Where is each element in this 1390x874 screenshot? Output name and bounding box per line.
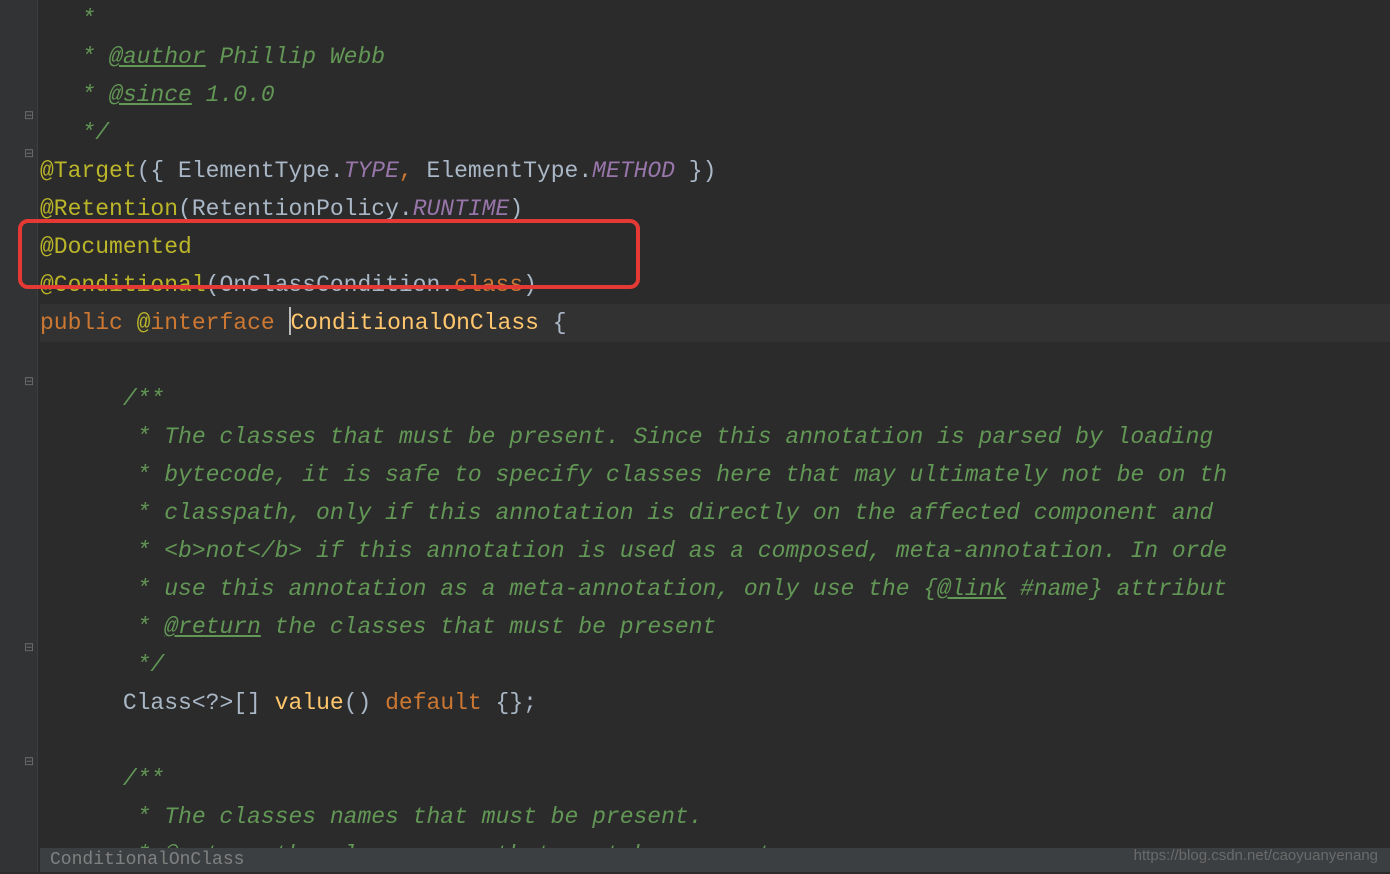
- code-line[interactable]: * The classes names that must be present…: [40, 798, 1390, 836]
- class-ref: ElementType: [427, 158, 579, 184]
- brace: {};: [482, 690, 537, 716]
- comment-text: the classes that must be present: [261, 614, 716, 640]
- comment-text: *: [40, 6, 95, 32]
- class-ref: RetentionPolicy: [192, 196, 399, 222]
- space: [275, 310, 289, 336]
- code-line[interactable]: */: [40, 114, 1390, 152]
- comment-text: #name} attribut: [1006, 576, 1227, 602]
- code-editor[interactable]: ⊟ ⊟ ⊟ ⊟ ⊟ * * @author Phillip Webb * @si…: [0, 0, 1390, 872]
- comment-text: *: [40, 538, 164, 564]
- generic: <?>[]: [192, 690, 275, 716]
- code-line[interactable]: * @return the classes that must be prese…: [40, 608, 1390, 646]
- html-tag: </b>: [247, 538, 302, 564]
- annotation: @Conditional: [40, 272, 206, 298]
- comment-text: * use this annotation as a meta-annotati…: [40, 576, 923, 602]
- annotation: @Target: [40, 158, 137, 184]
- javadoc-return-tag: @return: [164, 614, 261, 640]
- code-line[interactable]: [40, 342, 1390, 380]
- keyword: public: [40, 310, 123, 336]
- fold-marker-icon[interactable]: ⊟: [22, 108, 36, 122]
- paren: }): [675, 158, 716, 184]
- class-ref: OnClassCondition: [219, 272, 440, 298]
- code-line[interactable]: @Target({ ElementType.TYPE, ElementType.…: [40, 152, 1390, 190]
- fold-marker-icon[interactable]: ⊟: [22, 146, 36, 160]
- paren: ): [509, 196, 523, 222]
- comment-text: /**: [40, 386, 164, 412]
- comment-text: * bytecode, it is safe to specify classe…: [40, 462, 1227, 488]
- code-line[interactable]: @Documented: [40, 228, 1390, 266]
- code-line[interactable]: @Conditional(OnClassCondition.class): [40, 266, 1390, 304]
- paren: ({: [137, 158, 178, 184]
- code-line[interactable]: * use this annotation as a meta-annotati…: [40, 570, 1390, 608]
- interface-name: ConditionalOnClass: [291, 310, 539, 336]
- paren: (: [206, 272, 220, 298]
- comment-text: */: [40, 120, 109, 146]
- method-name: value: [275, 690, 344, 716]
- dot: .: [440, 272, 454, 298]
- brace: {: [923, 576, 937, 602]
- code-line[interactable]: /**: [40, 760, 1390, 798]
- annotation: @Retention: [40, 196, 178, 222]
- space: [123, 310, 137, 336]
- code-line[interactable]: * @author Phillip Webb: [40, 38, 1390, 76]
- comment-text: not: [206, 538, 247, 564]
- class-ref: ElementType: [178, 158, 330, 184]
- comment-text: /**: [40, 766, 164, 792]
- enum-const: RUNTIME: [413, 196, 510, 222]
- keyword: interface: [150, 310, 274, 336]
- comment-text: * classpath, only if this annotation is …: [40, 500, 1213, 526]
- indent: [40, 690, 123, 716]
- comment-text: * The classes names that must be present…: [40, 804, 703, 830]
- enum-const: TYPE: [344, 158, 399, 184]
- code-line[interactable]: * <b>not</b> if this annotation is used …: [40, 532, 1390, 570]
- code-line[interactable]: */: [40, 646, 1390, 684]
- paren: (: [178, 196, 192, 222]
- editor-gutter: ⊟ ⊟ ⊟ ⊟ ⊟: [0, 0, 38, 872]
- comment-text: */: [40, 652, 164, 678]
- paren: (): [344, 690, 385, 716]
- brace: {: [539, 310, 567, 336]
- code-line[interactable]: * classpath, only if this annotation is …: [40, 494, 1390, 532]
- code-line[interactable]: @Retention(RetentionPolicy.RUNTIME): [40, 190, 1390, 228]
- comment-text: 1.0.0: [192, 82, 275, 108]
- watermark-text: https://blog.csdn.net/caoyuanyenang: [1134, 847, 1378, 864]
- comment-text: if this annotation is used as a composed…: [302, 538, 1227, 564]
- dot: .: [330, 158, 344, 184]
- comment-text: Phillip Webb: [206, 44, 385, 70]
- annotation: @Documented: [40, 234, 192, 260]
- code-line[interactable]: [40, 722, 1390, 760]
- class-ref: Class: [123, 690, 192, 716]
- code-line[interactable]: /**: [40, 380, 1390, 418]
- fold-marker-icon[interactable]: ⊟: [22, 374, 36, 388]
- javadoc-since-tag: @since: [109, 82, 192, 108]
- code-line-current[interactable]: public @interface ConditionalOnClass {: [40, 304, 1390, 342]
- code-line[interactable]: * @since 1.0.0: [40, 76, 1390, 114]
- comment-text: *: [40, 44, 109, 70]
- keyword: class: [454, 272, 523, 298]
- paren: ): [523, 272, 537, 298]
- fold-marker-icon[interactable]: ⊟: [22, 754, 36, 768]
- comment-text: *: [40, 82, 109, 108]
- dot: .: [578, 158, 592, 184]
- code-line[interactable]: *: [40, 0, 1390, 38]
- keyword: default: [385, 690, 482, 716]
- code-line[interactable]: * bytecode, it is safe to specify classe…: [40, 456, 1390, 494]
- at-sign: @: [137, 310, 151, 336]
- code-line[interactable]: Class<?>[] value() default {};: [40, 684, 1390, 722]
- dot: .: [399, 196, 413, 222]
- javadoc-link-tag: @link: [937, 576, 1006, 602]
- enum-const: METHOD: [592, 158, 675, 184]
- comment-text: *: [40, 614, 164, 640]
- breadcrumb-item[interactable]: ConditionalOnClass: [50, 850, 244, 870]
- code-line[interactable]: * The classes that must be present. Sinc…: [40, 418, 1390, 456]
- comma: ,: [399, 158, 427, 184]
- javadoc-author-tag: @author: [109, 44, 206, 70]
- fold-marker-icon[interactable]: ⊟: [22, 640, 36, 654]
- html-tag: <b>: [164, 538, 205, 564]
- comment-text: * The classes that must be present. Sinc…: [40, 424, 1227, 450]
